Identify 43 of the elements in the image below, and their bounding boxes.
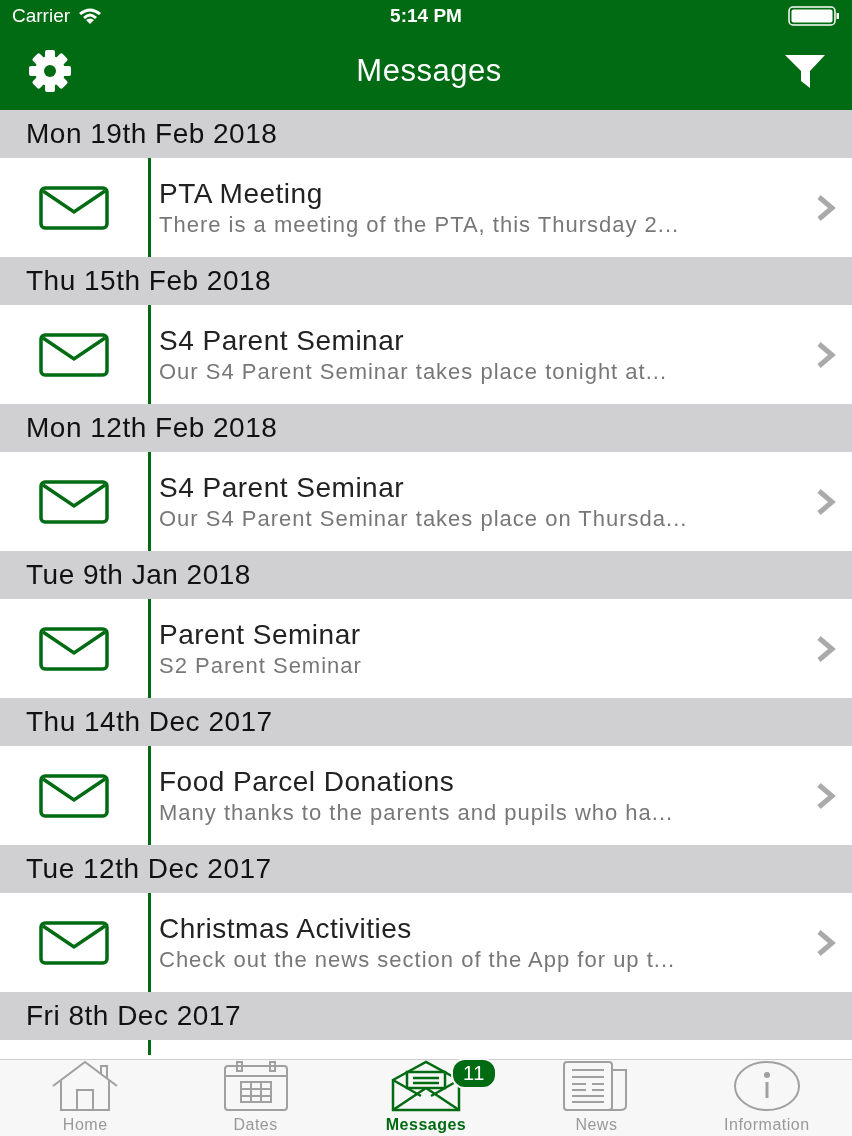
date-header: Mon 12th Feb 2018 (0, 404, 852, 452)
envelope-icon (39, 773, 109, 818)
date-header: Fri 8th Dec 2017 (0, 992, 852, 1040)
tab-item[interactable]: 11 Messages (340, 1060, 512, 1136)
carrier-label: Carrier (12, 5, 71, 27)
chevron-icon (816, 781, 836, 810)
settings-icon[interactable] (26, 47, 74, 95)
wifi-icon (78, 7, 103, 25)
message-title: PTA Meeting (159, 177, 324, 210)
date-header: Thu 14th Dec 2017 (0, 698, 852, 746)
chevron-icon (816, 487, 836, 516)
message-preview: Our S4 Parent Seminar takes place on Thursda... (159, 505, 689, 532)
battery-icon (788, 6, 840, 26)
message-preview: There is a meeting of the PTA, this Thursday 2... (159, 211, 681, 238)
status-time: 5:14 PM (390, 5, 462, 27)
message-preview: Our S4 Parent Seminar takes place tonight at... (159, 358, 669, 385)
envelope-icon (39, 626, 109, 671)
info-icon (732, 1060, 801, 1112)
chevron-icon (816, 928, 836, 957)
message-title: Christmas Activities (159, 912, 413, 945)
envelope-icon (39, 920, 109, 965)
chevron-icon (816, 340, 836, 369)
envelope-icon (39, 185, 109, 230)
date-header: Mon 19th Feb 2018 (0, 110, 852, 158)
date-header: Tue 9th Jan 2018 (0, 551, 852, 599)
message-title: Food Parcel Donations (159, 765, 456, 798)
message-title: S4 Parent Seminar (159, 471, 406, 504)
chevron-icon (816, 634, 836, 663)
message-preview: Many thanks to the parents and pupils who ha... (159, 799, 675, 826)
message-title: S4 Parent Seminar (159, 324, 406, 357)
house-icon (51, 1060, 120, 1112)
calendar-icon (222, 1060, 289, 1112)
envelope-icon (39, 332, 109, 377)
filter-icon[interactable] (784, 53, 826, 89)
message-preview: S2 Parent Seminar (159, 652, 363, 679)
unread-badge: 11 (451, 1058, 497, 1089)
date-header: Thu 15th Feb 2018 (0, 257, 852, 305)
message-title: Parent Seminar (159, 618, 362, 651)
nav-title: Messages (356, 53, 502, 89)
date-header: Tue 12th Dec 2017 (0, 845, 852, 893)
envelope-icon (39, 479, 109, 524)
message-preview: Check out the news section of the App for up t... (159, 946, 677, 973)
chevron-icon (816, 193, 836, 222)
